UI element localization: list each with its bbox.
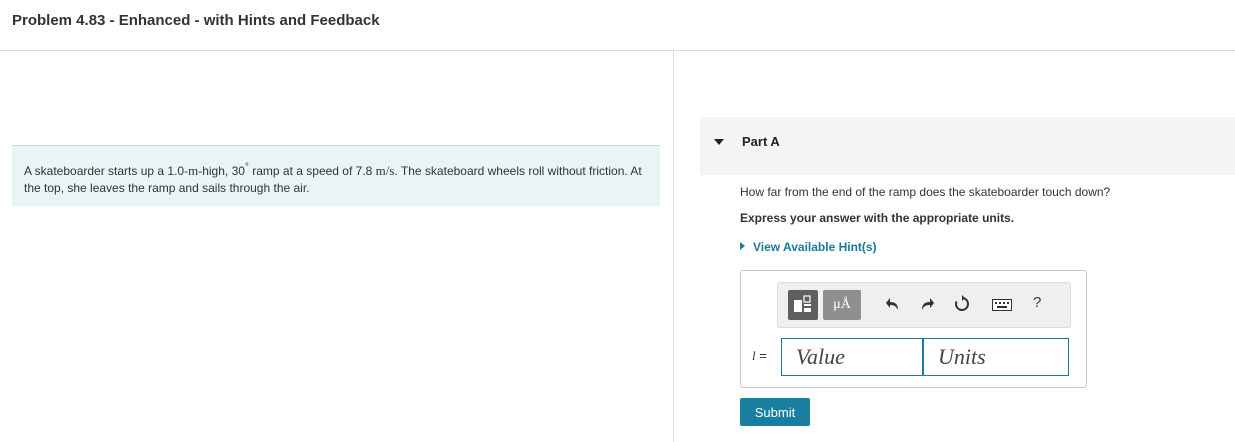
hint-label: View Available Hint(s) xyxy=(753,240,877,254)
part-label: Part A xyxy=(742,134,780,149)
equals-sign: = xyxy=(755,348,767,363)
column-divider xyxy=(673,51,674,442)
redo-icon[interactable] xyxy=(920,296,934,312)
keyboard-icon[interactable] xyxy=(992,299,1012,311)
problem-text-3: ramp at a speed of 7.8 xyxy=(248,164,376,178)
units-button[interactable]: μÅ xyxy=(823,290,861,320)
caret-right-icon xyxy=(740,242,745,250)
templates-icon xyxy=(794,295,811,312)
view-hints-link[interactable]: View Available Hint(s) xyxy=(740,240,877,254)
undo-icon[interactable] xyxy=(886,296,900,312)
unit-speed: m/s xyxy=(375,163,395,178)
reset-icon[interactable] xyxy=(953,295,971,313)
page-title: Problem 4.83 - Enhanced - with Hints and… xyxy=(12,12,380,29)
math-toolbar: μÅ ? xyxy=(777,282,1071,328)
header-divider xyxy=(0,50,1235,51)
answer-variable-label: l = xyxy=(752,348,767,364)
question-text: How far from the end of the ramp does th… xyxy=(740,185,1111,199)
templates-button[interactable] xyxy=(788,290,818,320)
answer-box: μÅ ? l = Value Units xyxy=(740,270,1087,388)
help-button[interactable]: ? xyxy=(1033,294,1041,311)
value-input[interactable]: Value xyxy=(781,338,923,376)
units-input[interactable]: Units xyxy=(923,338,1069,376)
submit-button[interactable]: Submit xyxy=(740,398,810,426)
unit-meter: m xyxy=(188,163,199,178)
problem-statement: A skateboarder starts up a 1.0-m-high, 3… xyxy=(12,145,660,206)
problem-text-1: A skateboarder starts up a 1.0- xyxy=(24,164,189,178)
collapse-triangle-icon[interactable] xyxy=(714,139,724,145)
instruction-text: Express your answer with the appropriate… xyxy=(740,211,1015,225)
problem-text-2: -high, 30 xyxy=(198,164,245,178)
part-a-header[interactable]: Part A xyxy=(700,117,1235,175)
